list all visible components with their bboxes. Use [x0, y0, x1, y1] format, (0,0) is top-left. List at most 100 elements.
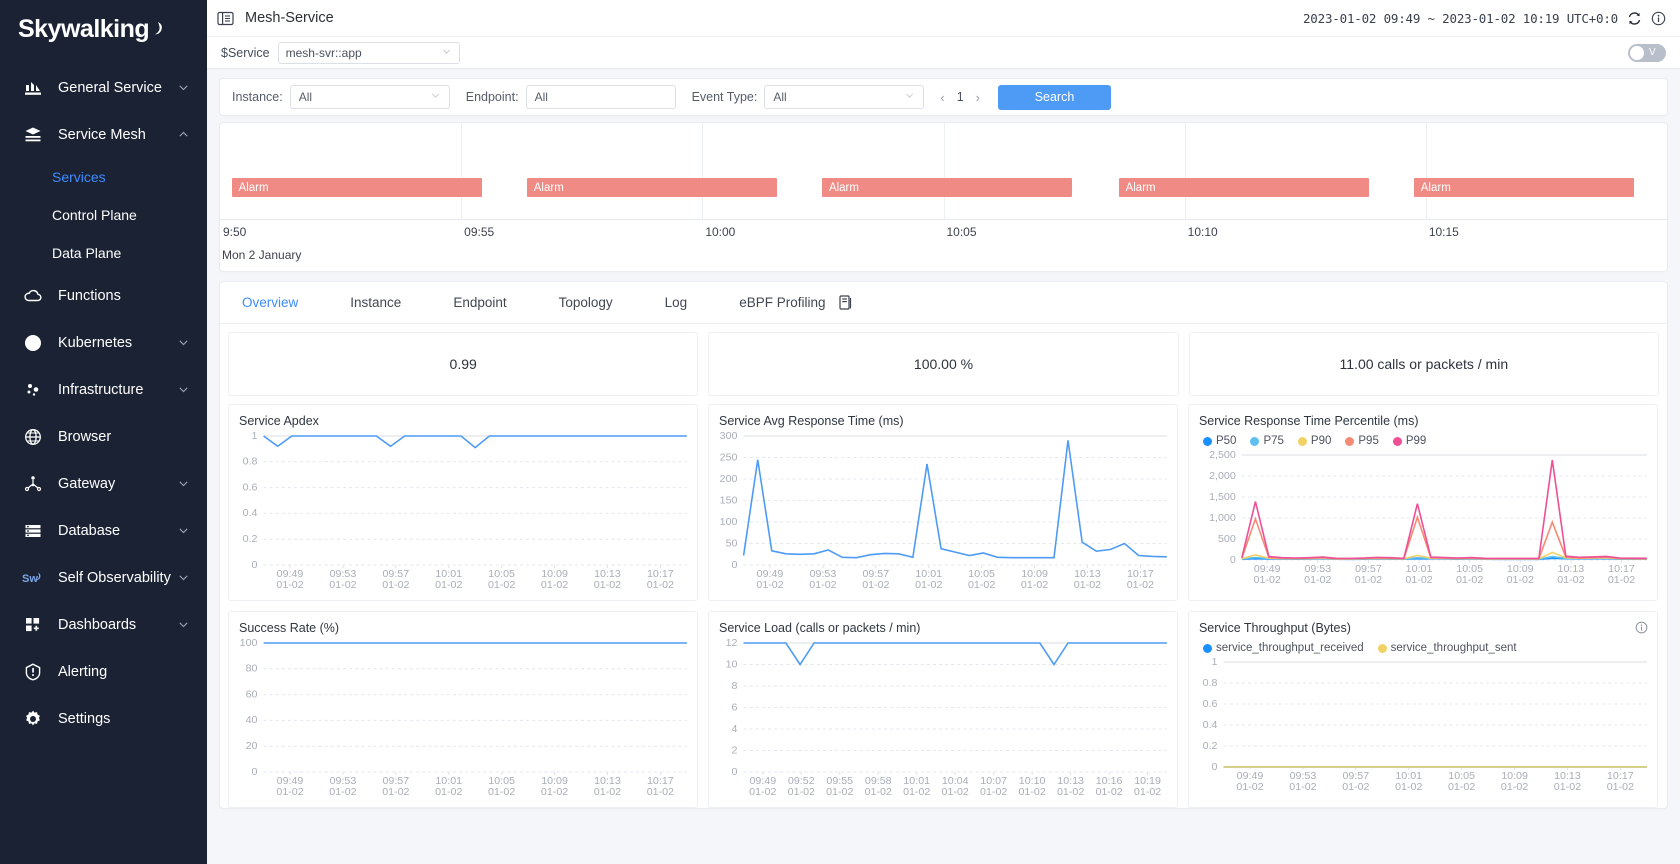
chart-plot[interactable]: 0 2 4 6 8 10 12 09:49 01-02 09:52 01-02 09:55 01-02 0… [709, 635, 1177, 802]
y-axis-tick-label: 250 [720, 451, 738, 463]
service-selector-label: $Service [221, 45, 270, 60]
sidebar-item-functions[interactable]: Functions [0, 272, 207, 319]
sidebar-item-label: Service Mesh [58, 126, 146, 143]
chart-title: Service Avg Response Time (ms) [718, 414, 904, 428]
chart-plot[interactable]: 0 50 100 150 200 250 300 09:49 01-02 09:53 01-02 09… [709, 428, 1177, 595]
tab-overview[interactable]: Overview [242, 295, 298, 310]
metric-card: 0.99 [228, 332, 699, 396]
filter-bar: Instance: All Endpoint: All Event Type: … [219, 78, 1668, 116]
x-axis-tick-sublabel: 01-02 [1405, 574, 1432, 586]
legend-item[interactable]: P95 [1345, 435, 1379, 447]
sidebar: Skywalking General Service Service Mesh Se… [0, 0, 207, 864]
sidebar-subitem-data-plane[interactable]: Data Plane [0, 234, 207, 272]
page-number[interactable]: 1 [957, 90, 964, 104]
sidebar-item-service-mesh[interactable]: Service Mesh [0, 111, 207, 158]
alarm-timeline-date: Mon 2 January [222, 248, 302, 262]
chart-plot[interactable]: 0 20 40 60 80 100 09:49 01-02 09:53 01-02 09:57 01-… [229, 635, 697, 802]
info-icon[interactable] [1635, 621, 1648, 634]
copy-icon[interactable] [839, 294, 853, 311]
legend-item[interactable]: P99 [1392, 435, 1426, 447]
page-title: Mesh-Service [245, 10, 334, 26]
legend-item[interactable]: P90 [1297, 435, 1331, 447]
info-icon[interactable] [1651, 11, 1666, 26]
chart-title: Success Rate (%) [239, 621, 340, 635]
sidebar-item-alerting[interactable]: Alerting [0, 648, 207, 695]
alarm-axis-tick: 10:05 [946, 225, 977, 239]
sidebar-item-settings[interactable]: Settings [0, 695, 207, 742]
event-type-filter-label: Event Type: [691, 90, 758, 104]
tab-topology[interactable]: Topology [559, 295, 613, 310]
legend-color-dot [1250, 436, 1260, 446]
sidebar-item-dashboards[interactable]: Dashboards [0, 601, 207, 648]
sidebar-item-general-service[interactable]: General Service [0, 64, 207, 111]
view-toggle[interactable]: V [1628, 43, 1666, 62]
chart-plot[interactable]: 0 0.2 0.4 0.6 0.8 1 09:49 01-02 09:53 01-02 09:57 0… [1189, 654, 1657, 797]
legend-item[interactable]: service_throughput_received [1202, 642, 1364, 654]
endpoint-filter-input[interactable]: All [525, 85, 676, 109]
charts-grid: Service Apdex 0 0.2 0.4 0.6 0.8 1 09:49 01-02 09:… [220, 396, 1667, 808]
alarm-bar[interactable]: Alarm [821, 178, 1073, 197]
chart-plot[interactable]: 0 0.2 0.4 0.6 0.8 1 09:49 01-02 09:53 01-02 09:57 0… [229, 428, 697, 595]
legend-item[interactable]: P75 [1250, 435, 1284, 447]
sidebar-item-gateway[interactable]: Gateway [0, 460, 207, 507]
x-axis-tick-sublabel: 01-02 [788, 786, 815, 798]
chevron-down-icon [177, 571, 191, 585]
x-axis-tick-sublabel: 01-02 [1607, 781, 1634, 793]
sidebar-subitem-services[interactable]: Services [0, 158, 207, 196]
instance-filter-value: All [298, 90, 313, 104]
legend-item[interactable]: P50 [1202, 435, 1237, 447]
chart-card: Service Apdex 0 0.2 0.4 0.6 0.8 1 09:49 01-02 09:… [228, 404, 698, 601]
sidebar-item-database[interactable]: Database [0, 507, 207, 554]
app-logo[interactable]: Skywalking [0, 0, 207, 58]
legend-item[interactable]: service_throughput_sent [1377, 642, 1517, 654]
sidebar-item-infrastructure[interactable]: Infrastructure [0, 366, 207, 413]
service-select[interactable]: mesh-svr::app [277, 41, 460, 64]
x-axis-tick-sublabel: 01-02 [1134, 786, 1161, 798]
y-axis-tick-label: 1,500 [1209, 491, 1236, 503]
toggle-label: V [1649, 47, 1656, 58]
sidebar-subitem-control-plane[interactable]: Control Plane [0, 196, 207, 234]
x-axis-tick-sublabel: 01-02 [1018, 786, 1045, 798]
x-axis-tick-sublabel: 01-02 [435, 786, 462, 798]
alarm-bar[interactable]: Alarm [231, 178, 482, 197]
next-page-icon[interactable]: › [976, 90, 980, 105]
chevron-down-icon [177, 81, 191, 95]
collapse-sidebar-icon[interactable] [217, 10, 234, 27]
chart-plot[interactable]: 0 500 1,000 1,500 2,000 2,500 09:49 01-02 09:53 0… [1189, 447, 1657, 590]
chevron-down-icon [430, 90, 441, 104]
sidebar-item-self-observability[interactable]: Sw Self Observability [0, 554, 207, 601]
tab-endpoint[interactable]: Endpoint [453, 295, 506, 310]
y-axis-tick-label: 0.2 [1203, 740, 1218, 752]
x-axis-tick-sublabel: 01-02 [1554, 781, 1581, 793]
alert-icon [22, 661, 44, 683]
alarm-bar[interactable]: Alarm [1118, 178, 1369, 197]
x-axis-tick-sublabel: 01-02 [862, 579, 889, 591]
event-type-filter-select[interactable]: All [764, 85, 925, 109]
legend-label: P50 [1215, 435, 1237, 447]
alarm-bar[interactable]: Alarm [526, 178, 778, 197]
alarm-bar[interactable]: Alarm [1413, 178, 1634, 197]
prev-page-icon[interactable]: ‹ [940, 90, 944, 105]
tab-instance[interactable]: Instance [350, 295, 401, 310]
y-axis-tick-label: 100 [240, 637, 258, 649]
x-axis-tick-sublabel: 01-02 [1608, 574, 1635, 586]
time-range-picker[interactable]: 2023-01-02 09:49 ~ 2023-01-02 10:19 UTC+… [1303, 11, 1618, 26]
y-axis-tick-label: 0.6 [243, 481, 258, 493]
refresh-icon[interactable] [1627, 11, 1642, 26]
sidebar-item-kubernetes[interactable]: Kubernetes [0, 319, 207, 366]
tab-ebpf-profiling[interactable]: eBPF Profiling [739, 295, 825, 310]
instance-filter-select[interactable]: All [289, 85, 450, 109]
search-button[interactable]: Search [998, 84, 1111, 110]
content-area: Instance: All Endpoint: All Event Type: … [207, 69, 1680, 864]
view-toggle-wrap: V [1628, 43, 1666, 62]
x-axis-tick-sublabel: 01-02 [1304, 574, 1331, 586]
y-axis-tick-label: 6 [732, 701, 738, 713]
alarm-timeline-plot[interactable]: Alarm Alarm Alarm Alarm Alarm [220, 123, 1667, 220]
chevron-down-icon [904, 90, 915, 104]
sidebar-item-browser[interactable]: Browser [0, 413, 207, 460]
legend-label: P95 [1358, 435, 1379, 447]
legend-color-dot [1392, 436, 1402, 446]
tab-log[interactable]: Log [665, 295, 688, 310]
x-axis-tick-sublabel: 01-02 [1236, 781, 1263, 793]
svg-text:Sw: Sw [22, 573, 38, 585]
